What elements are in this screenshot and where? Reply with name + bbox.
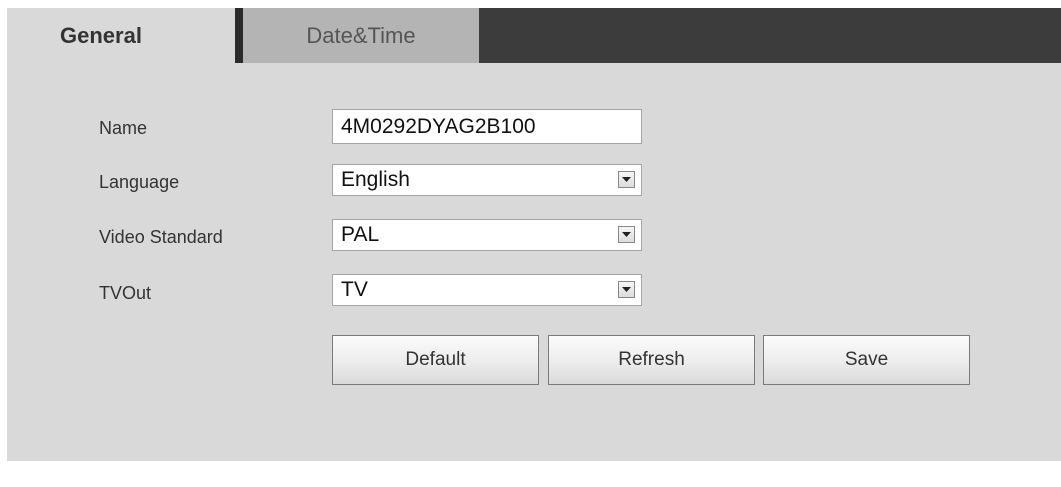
chevron-down-icon[interactable] <box>618 281 635 298</box>
tvout-select[interactable]: TV <box>332 274 642 306</box>
top-strip <box>0 0 1061 8</box>
language-select[interactable]: English <box>332 164 642 196</box>
tab-separator <box>235 8 243 63</box>
tvout-label: TVOut <box>99 283 152 303</box>
video-standard-value: PAL <box>341 223 380 246</box>
settings-panel: General Date&Time Name Language English … <box>7 8 1061 461</box>
refresh-button[interactable]: Refresh <box>548 335 755 385</box>
tab-bar: General Date&Time <box>7 8 1061 63</box>
name-label: Name <box>99 118 148 138</box>
video-standard-select[interactable]: PAL <box>332 219 642 251</box>
default-button[interactable]: Default <box>332 335 539 385</box>
tab-date-time[interactable]: Date&Time <box>243 8 479 63</box>
save-button[interactable]: Save <box>763 335 970 385</box>
tab-general[interactable]: General <box>7 8 235 63</box>
page: General Date&Time Name Language English … <box>0 0 1061 487</box>
language-value: English <box>341 168 410 191</box>
name-input[interactable] <box>332 109 642 144</box>
chevron-down-icon[interactable] <box>618 171 635 188</box>
language-label: Language <box>99 172 180 192</box>
video-standard-label: Video Standard <box>99 227 223 247</box>
tvout-value: TV <box>341 278 368 301</box>
chevron-down-icon[interactable] <box>618 226 635 243</box>
